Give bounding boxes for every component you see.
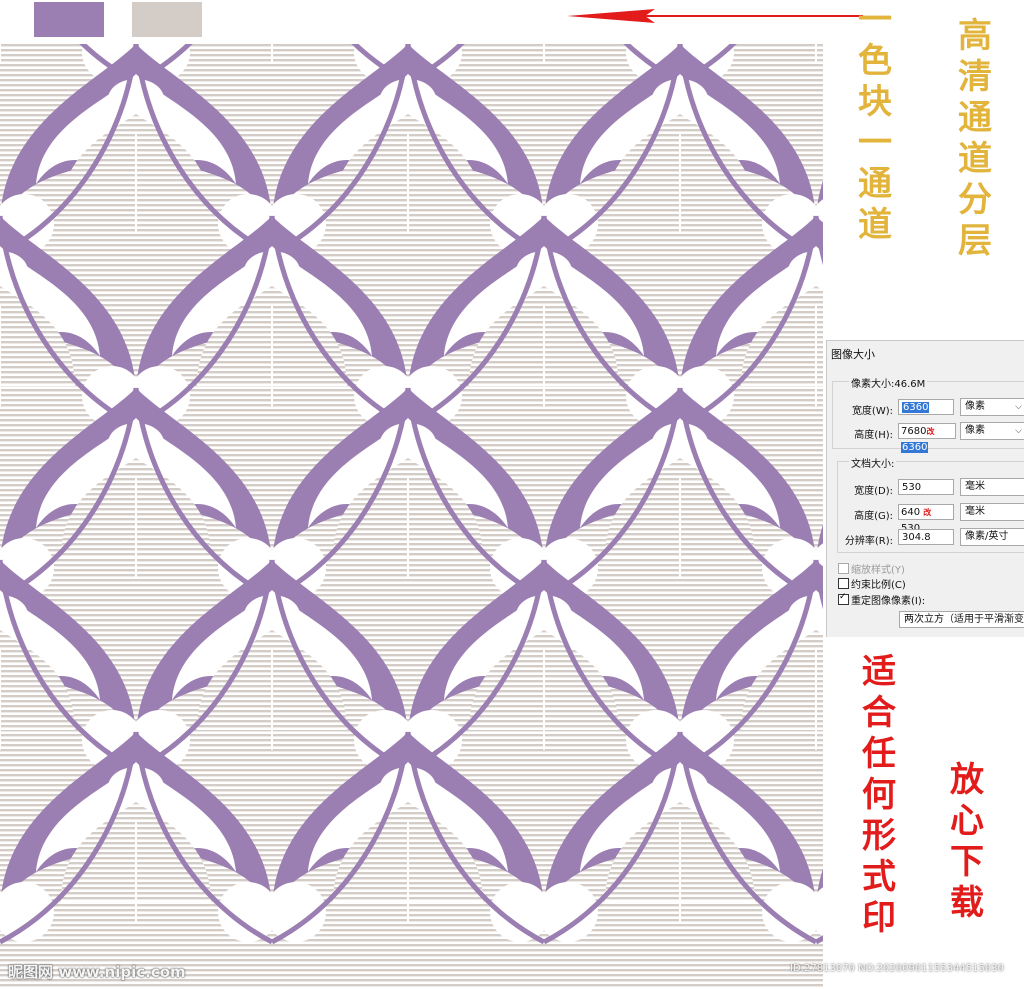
resolution-unit-select[interactable]: 像素/英寸 <box>960 528 1024 546</box>
channel-note-text: 一色块一通道 <box>858 0 892 245</box>
site-watermark: 昵图网 www.nipic.com <box>8 963 186 981</box>
resample-method-select[interactable]: 两次立方（适用于平滑渐变 <box>899 611 1024 628</box>
doc-height-row: 高度(G): 640 改 530 毫米 <box>827 503 1024 534</box>
doc-width-label: 宽度(D): <box>854 486 893 497</box>
beige-color-swatch <box>132 2 202 37</box>
image-id-watermark: ID:27813070 NO:20200901155344515030 <box>790 963 1004 974</box>
arrow-left-icon <box>567 9 863 23</box>
width-input[interactable]: 6360 <box>898 399 954 415</box>
height-unit-select[interactable]: 像素 ⌵ <box>960 422 1024 440</box>
height-row: 高度(H): 7680改6360 像素 ⌵ <box>827 422 1024 453</box>
resample-checkbox[interactable]: ✓ 重定图像像素(I): <box>838 592 925 607</box>
resolution-input[interactable]: 304.8 <box>898 529 954 545</box>
height-input[interactable]: 7680改6360 <box>898 423 956 453</box>
doc-height-input[interactable]: 640 改 530 <box>898 504 954 534</box>
constrain-proportions-checkbox[interactable]: 约束比例(C) <box>838 576 906 591</box>
purple-color-swatch <box>34 2 104 37</box>
hd-layers-text: 高清通道分层 <box>958 16 992 261</box>
doc-height-unit-select[interactable]: 毫米 <box>960 503 1024 521</box>
download-note-text: 放心下载 <box>950 760 984 923</box>
doc-width-unit-select[interactable]: 毫米 <box>960 478 1024 496</box>
width-row: 宽度(W): 6360 像素 ⌵ <box>827 398 1024 417</box>
print-note-text: 适合任何形式印 <box>862 652 896 938</box>
height-label: 高度(H): <box>854 430 893 441</box>
document-size-label: 文档大小: <box>849 455 897 470</box>
width-label: 宽度(W): <box>851 406 893 417</box>
doc-height-label: 高度(G): <box>854 511 893 522</box>
width-unit-select[interactable]: 像素 ⌵ <box>960 398 1024 416</box>
doc-width-input[interactable]: 530 <box>898 479 954 495</box>
damask-pattern-image <box>0 44 823 989</box>
resolution-label: 分辨率(R): <box>844 536 893 547</box>
scale-styles-checkbox[interactable]: 缩放样式(Y) <box>838 561 905 576</box>
dialog-title: 图像大小 <box>831 348 875 361</box>
resolution-row: 分辨率(R): 304.8 像素/英寸 <box>827 528 1024 547</box>
pixel-size-label: 像素大小:46.6M <box>849 375 928 390</box>
image-size-dialog: 图像大小 像素大小:46.6M 宽度(W): 6360 像素 ⌵ 高度(H): 7… <box>826 340 1024 637</box>
doc-width-row: 宽度(D): 530 毫米 <box>827 478 1024 497</box>
